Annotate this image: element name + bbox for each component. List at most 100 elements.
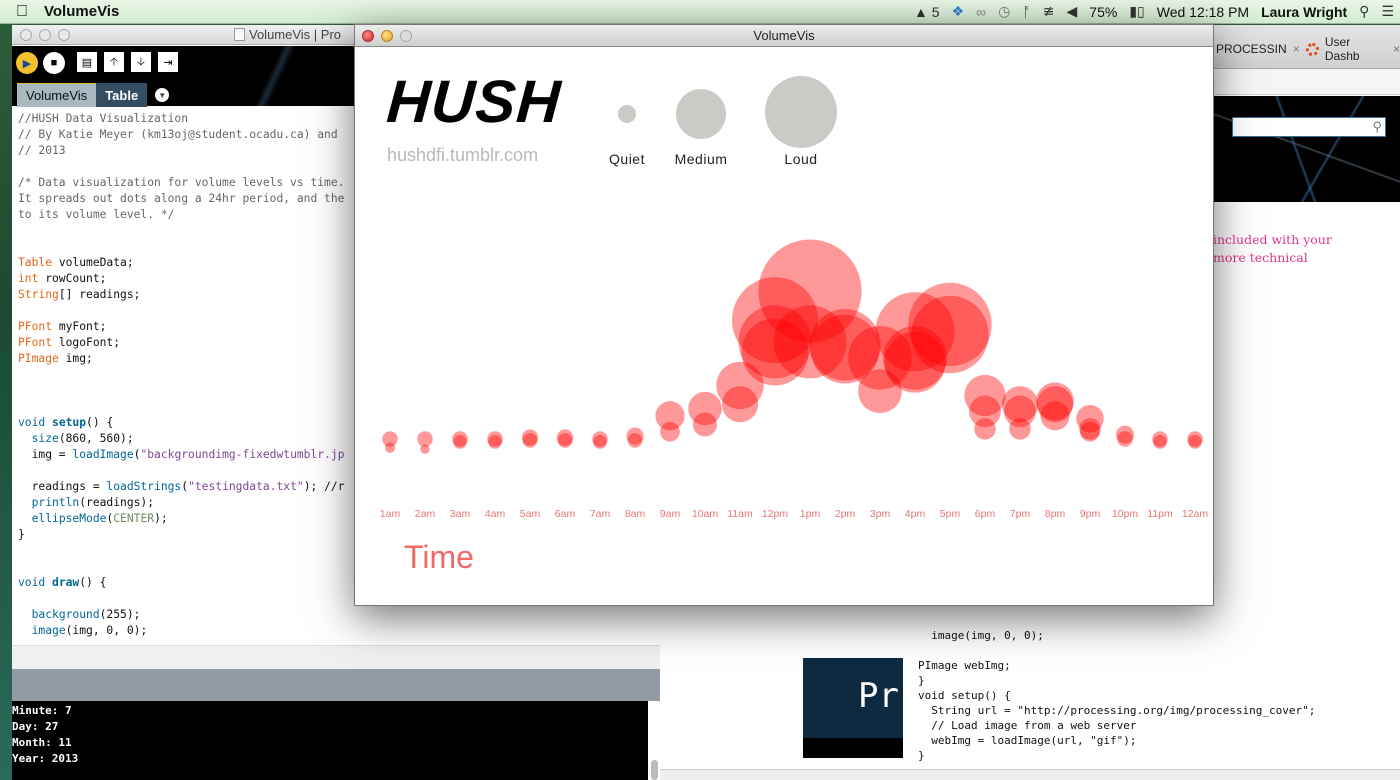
search-icon[interactable]: ⚲ bbox=[1372, 119, 1382, 135]
code-token: int bbox=[18, 272, 39, 285]
data-bubble bbox=[522, 433, 538, 448]
tab-volumevis[interactable]: VolumeVis bbox=[17, 83, 97, 107]
bluetooth-icon[interactable]: ᚩ bbox=[1022, 4, 1030, 20]
user-name[interactable]: Laura Wright bbox=[1261, 4, 1347, 20]
browser-tab-processing[interactable]: PROCESSIN × bbox=[1216, 38, 1300, 60]
code-token: volumeData; bbox=[52, 256, 134, 269]
legend-bubble-loud bbox=[765, 76, 837, 148]
play-icon: ▶ bbox=[22, 57, 32, 70]
ide-zoom-button[interactable] bbox=[58, 28, 70, 41]
console-line: Day: 27 bbox=[12, 720, 59, 733]
x-tick-label: 6pm bbox=[974, 508, 996, 520]
data-bubble bbox=[453, 435, 467, 449]
run-button[interactable]: ▶ bbox=[16, 52, 38, 74]
data-bubble bbox=[1080, 421, 1100, 442]
battery-icon[interactable]: ▮▯ bbox=[1129, 3, 1144, 20]
volume-icon[interactable]: ◀ bbox=[1067, 3, 1078, 20]
code-token: PFont bbox=[18, 336, 53, 349]
adobe-updates-icon[interactable]: ▲ 5 bbox=[914, 4, 940, 20]
code-token: void bbox=[18, 416, 46, 429]
data-bubble bbox=[1009, 418, 1031, 440]
dropbox-icon[interactable]: ❖ bbox=[952, 3, 965, 20]
example-code-bottom: PImage webImg; void setup() { String url… bbox=[918, 658, 1315, 763]
x-tick-label: 1pm bbox=[799, 508, 821, 520]
code-line: PFont myFont; bbox=[18, 319, 345, 335]
code-token: } bbox=[18, 528, 25, 541]
close-tab-icon[interactable]: × bbox=[1393, 42, 1400, 56]
wifi-icon[interactable]: ≇ bbox=[1043, 3, 1055, 20]
document-icon bbox=[234, 28, 245, 41]
browser-tab-user-dashboard[interactable]: User Dashb × bbox=[1306, 35, 1400, 63]
close-button[interactable] bbox=[362, 29, 374, 42]
open-button[interactable]: 🡡 bbox=[104, 52, 124, 72]
new-button[interactable]: ▤ bbox=[77, 52, 97, 72]
console-scrollbar[interactable] bbox=[648, 701, 660, 780]
tab-menu-chevron-down-icon[interactable]: ▼ bbox=[155, 88, 170, 102]
code-token: background bbox=[31, 608, 100, 621]
code-token: PImage bbox=[18, 352, 59, 365]
console-line: Year: 2013 bbox=[12, 752, 79, 765]
spotlight-search-icon[interactable]: ⚲ bbox=[1359, 3, 1369, 20]
upload-arrow-icon: 🡡 bbox=[110, 55, 118, 68]
code-token: ellipseMode bbox=[31, 512, 107, 525]
code-token: /* Data visualization for volume levels … bbox=[18, 176, 345, 189]
code-line: img = loadImage("backgroundimg-fixedwtum… bbox=[18, 447, 345, 463]
data-bubble bbox=[557, 433, 573, 448]
x-tick-label: 7pm bbox=[1009, 508, 1031, 520]
code-editor[interactable]: //HUSH Data Visualization // By Katie Mey… bbox=[18, 111, 345, 639]
code-token: println bbox=[31, 496, 80, 509]
export-button[interactable]: ⇥ bbox=[158, 52, 178, 72]
data-bubble bbox=[417, 431, 433, 447]
app-menu-name[interactable]: VolumeVis bbox=[44, 3, 119, 20]
tab-label: PROCESSIN bbox=[1216, 42, 1287, 56]
zoom-button[interactable] bbox=[400, 29, 412, 42]
save-button[interactable]: 🡣 bbox=[131, 52, 151, 72]
ide-close-button[interactable] bbox=[20, 28, 32, 41]
x-tick-label: 6am bbox=[554, 508, 576, 520]
notification-center-icon[interactable]: ☰ bbox=[1381, 3, 1394, 20]
export-icon: ⇥ bbox=[163, 56, 173, 69]
apple-menu-icon[interactable]:  bbox=[0, 3, 44, 21]
tab-table[interactable]: Table bbox=[96, 83, 148, 107]
battery-percent[interactable]: 75% bbox=[1089, 4, 1117, 20]
data-bubble bbox=[384, 442, 396, 453]
console-scroll-thumb[interactable] bbox=[651, 760, 658, 780]
data-bubble bbox=[1188, 435, 1202, 449]
data-bubble bbox=[911, 295, 989, 374]
clock[interactable]: Wed 12:18 PM bbox=[1157, 4, 1249, 20]
stop-button[interactable]: ■ bbox=[43, 52, 65, 74]
text-line: included with your bbox=[1213, 232, 1332, 247]
time-machine-icon[interactable]: ◷ bbox=[998, 3, 1010, 20]
code-line: void setup() { bbox=[918, 689, 1011, 702]
code-token: loadStrings bbox=[106, 480, 182, 493]
tab-label: User Dashb bbox=[1324, 35, 1360, 63]
minimize-button[interactable] bbox=[381, 29, 393, 42]
ide-minimize-button[interactable] bbox=[39, 28, 51, 41]
data-bubble bbox=[692, 412, 718, 437]
creative-cloud-icon[interactable]: ∞ bbox=[976, 4, 986, 20]
site-search-input[interactable]: ⚲ bbox=[1232, 117, 1386, 137]
code-line: // By Katie Meyer (km13oj@student.ocadu.… bbox=[18, 127, 345, 143]
close-tab-icon[interactable]: × bbox=[1293, 42, 1300, 56]
code-token: logoFont; bbox=[52, 336, 121, 349]
console-output[interactable]: Minute: 7 Day: 27 Month: 11 Year: 2013 bbox=[12, 701, 648, 780]
data-bubble bbox=[1040, 401, 1070, 431]
console-line: Minute: 7 bbox=[12, 704, 72, 717]
code-line: webImg = loadImage(url, "gif"); bbox=[918, 734, 1137, 747]
code-token: to its volume level. */ bbox=[18, 208, 175, 221]
sketch-tabs: VolumeVis Table ▼ bbox=[17, 83, 170, 107]
code-token: (img, 0, 0); bbox=[65, 624, 148, 637]
code-token: // By Katie Meyer (km13oj@student.ocadu.… bbox=[18, 128, 338, 141]
